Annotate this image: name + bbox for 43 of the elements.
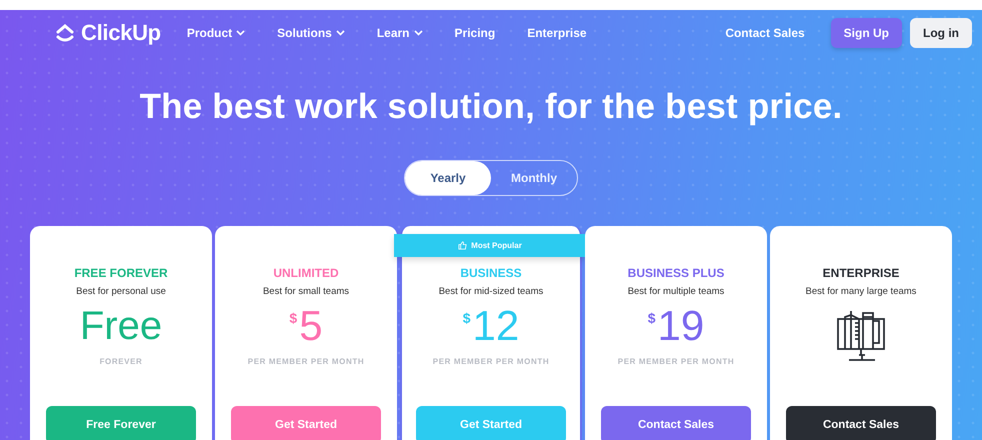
plan-tagline: Best for personal use xyxy=(76,286,166,297)
chevron-down-icon xyxy=(236,30,246,36)
plan-button[interactable]: Free Forever xyxy=(46,406,196,440)
nav-link[interactable]: Pricing xyxy=(454,26,496,40)
currency-sign: $ xyxy=(289,310,298,326)
plan-tagline: Best for many large teams xyxy=(806,286,916,297)
price-note: PER MEMBER PER MONTH xyxy=(248,357,364,367)
nav-link[interactable]: Product xyxy=(186,26,246,40)
plan-name: UNLIMITED xyxy=(273,266,339,280)
currency-sign: $ xyxy=(648,310,656,326)
log-in-button[interactable]: Log in xyxy=(910,18,972,48)
price-note: PER MEMBER PER MONTH xyxy=(618,357,734,367)
billing-option[interactable]: Monthly xyxy=(491,161,577,195)
plan-name: BUSINESS PLUS xyxy=(628,266,724,280)
ribbon-label: Most Popular xyxy=(471,241,522,250)
price-note: FOREVER xyxy=(100,357,142,367)
chevron-down-icon xyxy=(414,30,423,36)
plan-tagline: Best for small teams xyxy=(262,286,350,297)
plan-price: 19 xyxy=(658,302,704,350)
plan-price: 12 xyxy=(472,302,520,350)
thumbs-up-icon xyxy=(458,241,468,250)
nav-link[interactable]: Learn xyxy=(376,26,423,40)
plan-price: Free xyxy=(80,304,162,348)
plan-price: 5 xyxy=(299,302,323,350)
plan-tagline: Best for multiple teams xyxy=(628,286,724,297)
contact-sales-link[interactable]: Contact Sales xyxy=(725,26,805,40)
plan-name: ENTERPRISE xyxy=(822,266,900,280)
plan-name: BUSINESS xyxy=(460,266,522,280)
brand-name[interactable]: ClickUp xyxy=(81,20,161,46)
nav-link[interactable]: Enterprise xyxy=(527,26,587,40)
plan-name: FREE FOREVER xyxy=(74,266,168,280)
price-note: PER MEMBER PER MONTH xyxy=(432,357,550,367)
billing-option[interactable]: Yearly xyxy=(405,161,491,195)
plan-tagline: Best for mid-sized teams xyxy=(438,286,544,297)
sign-up-button[interactable]: Sign Up xyxy=(830,18,902,48)
logo-icon xyxy=(55,23,75,43)
plan-button[interactable]: Contact Sales xyxy=(786,406,936,440)
plan-button[interactable]: Get Started xyxy=(231,406,381,440)
chevron-down-icon xyxy=(336,30,345,36)
plan-button[interactable]: Contact Sales xyxy=(601,406,751,440)
headline: The best work solution, for the best price. xyxy=(140,87,842,127)
currency-sign: $ xyxy=(462,310,471,326)
nav-link[interactable]: Solutions xyxy=(277,26,345,40)
